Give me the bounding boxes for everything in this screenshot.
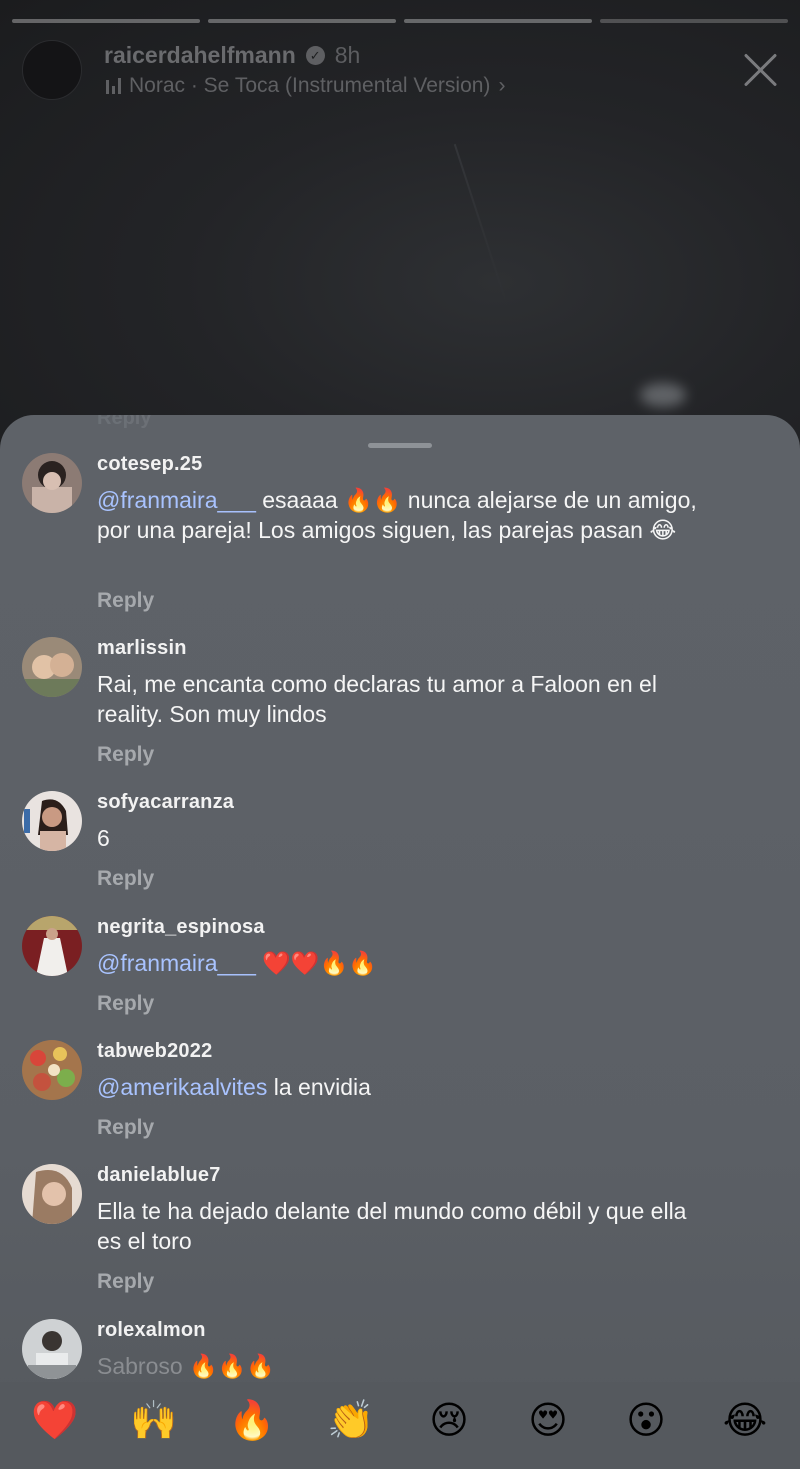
- reply-button[interactable]: Reply: [97, 589, 154, 613]
- comment-text: @amerikaalvites la envidia: [97, 1072, 717, 1102]
- music-bars-icon: [106, 78, 121, 94]
- story-progress-bar: [12, 19, 788, 23]
- commenter-avatar[interactable]: [22, 637, 82, 697]
- progress-segment: [12, 19, 200, 23]
- comment-text: Sabroso 🔥🔥🔥: [97, 1353, 275, 1379]
- comment-text: @franmaira___ ❤️❤️🔥🔥: [97, 948, 717, 978]
- story-avatar[interactable]: [22, 40, 82, 100]
- close-button[interactable]: [738, 48, 782, 92]
- music-title[interactable]: Norac · Se Toca (Instrumental Version): [129, 74, 490, 98]
- comment-username[interactable]: cotesep.25: [97, 453, 202, 476]
- reaction-clap-icon[interactable]: 👏: [326, 1396, 376, 1446]
- reaction-heart-icon[interactable]: ❤️: [30, 1396, 80, 1446]
- comment-body: la envidia: [267, 1074, 371, 1100]
- reaction-crying-icon[interactable]: 😢: [424, 1396, 474, 1446]
- reply-button[interactable]: Reply: [97, 743, 154, 767]
- comment-username[interactable]: danielablue7: [97, 1164, 221, 1187]
- progress-segment: [404, 19, 592, 23]
- comment-text: Ella te ha dejado delante del mundo como…: [97, 1198, 687, 1254]
- progress-segment: [600, 19, 788, 23]
- verified-badge-icon: ✓: [305, 46, 325, 65]
- reply-button[interactable]: Reply: [97, 1116, 154, 1140]
- comments-sheet: Reply cotesep.25 @franmaira___ esaaaa 🔥🔥…: [0, 415, 800, 1469]
- quick-reactions-bar: ❤️ 🙌 🔥 👏 😢 😍 😮 😂: [0, 1382, 800, 1469]
- partial-reply-link[interactable]: Reply: [97, 415, 151, 430]
- comment-mention[interactable]: @franmaira___: [97, 487, 256, 513]
- comment-username[interactable]: negrita_espinosa: [97, 916, 265, 939]
- reaction-raised-hands-icon[interactable]: 🙌: [129, 1396, 179, 1446]
- sheet-drag-handle[interactable]: [368, 443, 432, 448]
- commenter-avatar[interactable]: [22, 1164, 82, 1224]
- comment-mention[interactable]: @amerikaalvites: [97, 1074, 267, 1100]
- comment-username[interactable]: rolexalmon: [97, 1319, 206, 1342]
- story-header: raicerdahelfmann ✓ 8h Norac · Se Toca (I…: [22, 38, 782, 100]
- comment-mention[interactable]: @franmaira___: [97, 950, 256, 976]
- reply-button[interactable]: Reply: [97, 992, 154, 1016]
- commenter-avatar[interactable]: [22, 1040, 82, 1100]
- comment-text: 6: [97, 825, 110, 851]
- comment-text: @franmaira___ esaaaa 🔥🔥 nunca alejarse d…: [97, 485, 717, 545]
- commenter-avatar[interactable]: [22, 916, 82, 976]
- story-user-row[interactable]: raicerdahelfmann ✓ 8h: [104, 42, 360, 69]
- reaction-surprised-icon[interactable]: 😮: [621, 1396, 671, 1446]
- reply-button[interactable]: Reply: [97, 867, 154, 891]
- reply-button[interactable]: Reply: [97, 1270, 154, 1294]
- comment-username[interactable]: tabweb2022: [97, 1040, 212, 1063]
- reaction-heart-eyes-icon[interactable]: 😍: [523, 1396, 573, 1446]
- reaction-laughing-icon[interactable]: 😂: [720, 1396, 770, 1446]
- reaction-fire-icon[interactable]: 🔥: [227, 1396, 277, 1446]
- comment-username[interactable]: sofyacarranza: [97, 791, 234, 814]
- comment-username[interactable]: marlissin: [97, 637, 187, 660]
- commenter-avatar[interactable]: [22, 453, 82, 513]
- progress-segment: [208, 19, 396, 23]
- story-time: 8h: [334, 42, 361, 68]
- commenter-avatar[interactable]: [22, 791, 82, 851]
- light-glow: [640, 383, 686, 407]
- comment-text: Rai, me encanta como declaras tu amor a …: [97, 671, 657, 727]
- commenter-avatar[interactable]: [22, 1319, 82, 1379]
- music-row[interactable]: Norac · Se Toca (Instrumental Version) ›: [106, 74, 505, 98]
- chevron-right-icon: ›: [498, 74, 506, 97]
- comment-body: ❤️❤️🔥🔥: [255, 950, 377, 976]
- story-username[interactable]: raicerdahelfmann: [104, 42, 296, 69]
